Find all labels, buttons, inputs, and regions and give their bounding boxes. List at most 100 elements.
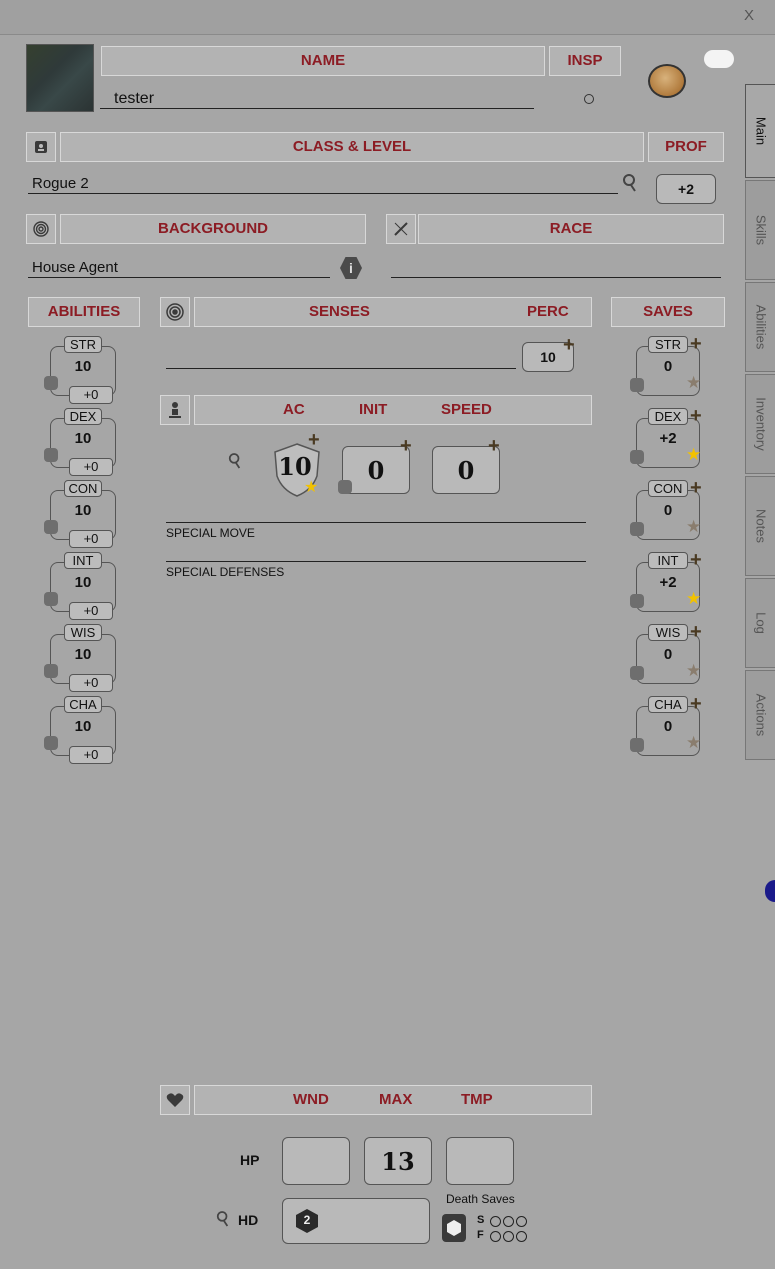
init-label: INIT — [359, 401, 388, 418]
save-plus-icon[interactable]: + — [690, 405, 702, 428]
save-star-icon[interactable]: ★ — [686, 446, 701, 463]
senses-label: SENSES — [309, 303, 370, 320]
magnifier-icon[interactable] — [622, 173, 638, 198]
hit-dice-count: 2 — [303, 1213, 311, 1227]
info-icon[interactable]: i — [340, 257, 362, 279]
senses-underline — [166, 368, 516, 369]
death-save-failure-2[interactable] — [503, 1231, 514, 1242]
save-star-icon[interactable]: ★ — [686, 662, 701, 679]
speed-plus-icon[interactable]: + — [488, 436, 500, 456]
ac-magnifier-icon[interactable] — [228, 452, 242, 475]
ability-wis[interactable]: WIS 10 +0 — [44, 624, 118, 694]
save-wis[interactable]: WIS + 0 ★ — [630, 621, 722, 694]
hexagon-die-icon[interactable] — [630, 666, 644, 680]
save-plus-icon[interactable]: + — [690, 333, 702, 356]
ability-label: CON — [64, 480, 102, 497]
scroll-indicator[interactable] — [765, 880, 775, 902]
hexagon-die-icon[interactable] — [44, 736, 58, 750]
inspiration-toggle[interactable] — [584, 94, 594, 104]
save-star-icon[interactable]: ★ — [686, 374, 701, 391]
token-icon[interactable] — [648, 64, 686, 98]
perc-plus-icon[interactable]: + — [563, 335, 575, 355]
tab-notes[interactable]: Notes — [745, 476, 775, 576]
ac-plus-icon[interactable]: + — [308, 430, 320, 450]
death-save-success-2[interactable] — [503, 1216, 514, 1227]
ability-score[interactable]: 10 — [48, 358, 118, 375]
hit-dice-field[interactable]: 2 — [282, 1198, 430, 1244]
title-bar — [0, 0, 775, 35]
background-value[interactable]: House Agent — [32, 259, 118, 276]
class-value[interactable]: Rogue 2 — [32, 175, 89, 192]
wounds-field[interactable] — [282, 1137, 350, 1185]
ability-cha[interactable]: CHA 10 +0 — [44, 696, 118, 766]
ability-score[interactable]: 10 — [48, 718, 118, 735]
save-label: CON — [648, 480, 688, 497]
save-dex[interactable]: DEX + +2 ★ — [630, 405, 722, 478]
hexagon-die-icon[interactable] — [44, 664, 58, 678]
class-level-header: CLASS & LEVEL — [60, 132, 644, 162]
ability-con[interactable]: CON 10 +0 — [44, 480, 118, 550]
hexagon-die-icon[interactable] — [630, 450, 644, 464]
save-label: WIS — [648, 624, 688, 641]
death-save-failure-1[interactable] — [490, 1231, 501, 1242]
ability-score[interactable]: 10 — [48, 430, 118, 447]
hexagon-die-icon[interactable] — [630, 378, 644, 392]
ability-score[interactable]: 10 — [48, 646, 118, 663]
chat-bubble-icon[interactable] — [704, 50, 734, 68]
save-label: INT — [648, 552, 688, 569]
ability-modifier: +0 — [69, 602, 113, 620]
name-value[interactable]: tester — [114, 90, 154, 108]
save-cha[interactable]: CHA + 0 ★ — [630, 693, 722, 766]
tab-actions[interactable]: Actions — [745, 670, 775, 760]
close-button[interactable]: X — [740, 6, 758, 26]
ability-str[interactable]: STR 10 +0 — [44, 336, 118, 406]
d20-icon[interactable]: 2 — [295, 1208, 319, 1234]
wnd-label: WND — [293, 1091, 329, 1108]
death-save-die-icon[interactable] — [442, 1214, 466, 1242]
hexagon-die-icon[interactable] — [630, 594, 644, 608]
save-star-icon[interactable]: ★ — [686, 734, 701, 751]
hd-magnifier-icon[interactable] — [216, 1210, 230, 1233]
save-con[interactable]: CON + 0 ★ — [630, 477, 722, 550]
death-save-success-3[interactable] — [516, 1216, 527, 1227]
save-plus-icon[interactable]: + — [690, 621, 702, 644]
init-plus-icon[interactable]: + — [400, 436, 412, 456]
init-hexagon-die-icon[interactable] — [338, 480, 352, 494]
hexagon-die-icon[interactable] — [630, 738, 644, 752]
death-save-failure-3[interactable] — [516, 1231, 527, 1242]
save-int[interactable]: INT + +2 ★ — [630, 549, 722, 622]
ability-modifier: +0 — [69, 674, 113, 692]
death-save-failure-label: F — [477, 1229, 484, 1241]
hexagon-die-icon[interactable] — [44, 592, 58, 606]
save-str[interactable]: STR + 0 ★ — [630, 333, 722, 406]
death-save-success-1[interactable] — [490, 1216, 501, 1227]
heart-icon — [160, 1085, 190, 1115]
tab-skills[interactable]: Skills — [745, 180, 775, 280]
radar-icon — [160, 297, 190, 327]
save-plus-icon[interactable]: + — [690, 549, 702, 572]
save-star-icon[interactable]: ★ — [686, 518, 701, 535]
tab-abilities[interactable]: Abilities — [745, 282, 775, 372]
race-underline — [391, 277, 721, 278]
save-label: CHA — [648, 696, 688, 713]
tab-log[interactable]: Log — [745, 578, 775, 668]
ability-score[interactable]: 10 — [48, 502, 118, 519]
ability-score[interactable]: 10 — [48, 574, 118, 591]
hexagon-die-icon[interactable] — [630, 522, 644, 536]
special-move-label: SPECIAL MOVE — [166, 526, 255, 540]
save-star-icon[interactable]: ★ — [686, 590, 701, 607]
save-plus-icon[interactable]: + — [690, 477, 702, 500]
max-hp-field[interactable]: 13 — [364, 1137, 432, 1185]
save-plus-icon[interactable]: + — [690, 693, 702, 716]
ability-dex[interactable]: DEX 10 +0 — [44, 408, 118, 478]
portrait-image[interactable] — [26, 44, 94, 112]
hexagon-die-icon[interactable] — [44, 520, 58, 534]
tab-inventory[interactable]: Inventory — [745, 374, 775, 474]
hexagon-die-icon[interactable] — [44, 448, 58, 462]
hexagon-die-icon[interactable] — [44, 376, 58, 390]
ability-int[interactable]: INT 10 +0 — [44, 552, 118, 622]
senses-header: SENSES PERC — [194, 297, 592, 327]
tab-main[interactable]: Main — [745, 84, 775, 178]
save-label: STR — [648, 336, 688, 353]
temp-hp-field[interactable] — [446, 1137, 514, 1185]
